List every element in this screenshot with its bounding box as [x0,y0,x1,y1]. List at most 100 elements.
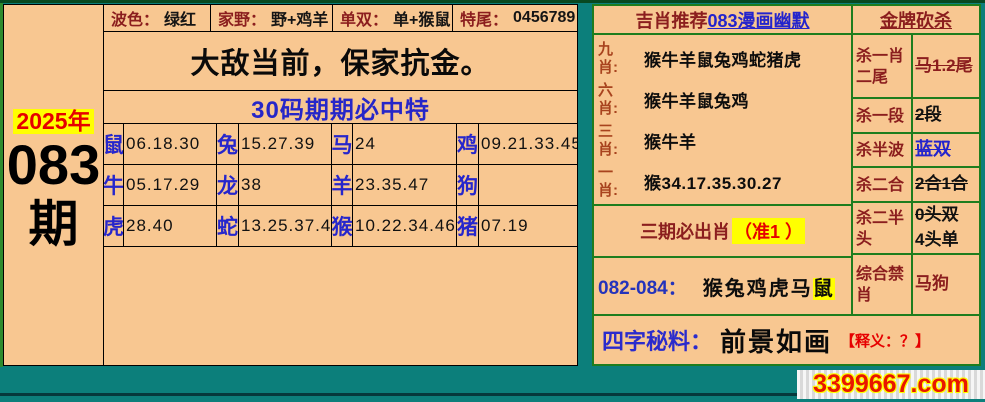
info-cell-special-tail: 特尾： 0456789 [453,5,577,31]
zodiac-numbers: 38 [239,165,332,206]
zodiac-numbers: 28.40 [124,206,217,247]
site-url[interactable]: 3399667.com [813,370,969,399]
zodiac-char: 马 [332,124,353,165]
kill-half-wave-label: 杀半波 [853,134,913,166]
three-xiao-value: 猴牛羊 [624,128,697,153]
odd-even-label: 单双： [340,6,388,30]
three-period-label: 三期必出肖 [640,218,730,244]
kill-half-wave-value: 蓝双 [915,139,951,161]
year-label: 2025年 [13,109,93,134]
kill-two-half-head-value-struck: 0头双 [915,205,958,225]
zodiac-numbers [479,165,577,206]
nine-xiao-label: 九肖: [598,41,624,76]
wave-color-label: 波色： [111,6,159,30]
xiao-rows-area: 九肖: 猴牛羊鼠兔鸡蛇猪虎 六肖: 猴牛羊鼠兔鸡 三肖: 猴牛羊 一肖: 猴34… [594,35,851,206]
zodiac-numbers: 06.18.30 [124,124,217,165]
nine-xiao-row: 九肖: 猴牛羊鼠兔鸡蛇猪虎 [598,38,851,79]
xiao-recommend-column: 九肖: 猴牛羊鼠兔鸡蛇猪虎 六肖: 猴牛羊鼠兔鸡 三肖: 猴牛羊 一肖: 猴34… [594,35,853,314]
kill-column: 杀一肖二尾 马1.2尾 杀一段 2段 杀半波 蓝双 杀二合 2合1合 杀二半头 [853,35,979,314]
issue-column: 2025年 083 期 [4,5,104,365]
nine-xiao-value: 猴牛羊鼠兔鸡蛇猪虎 [624,46,802,71]
zodiac-numbers: 10.22.34.46 [353,206,457,247]
kill-row-one-xiao-two-tail: 杀一肖二尾 马1.2尾 [853,35,979,99]
info-row: 波色： 绿红 家野： 野+鸡羊 单双： 单+猴鼠 特尾： 0456789 [104,5,577,32]
issue-number: 083 [7,136,100,195]
three-period-row: 三期必出肖 （准1 ） [594,206,851,258]
info-cell-wave-color: 波色： 绿红 [104,5,211,31]
kill-row-two-half-head: 杀二半头 0头双 4头单 [853,203,979,255]
kill-row-one-segment: 杀一段 2段 [853,99,979,134]
zodiac-numbers: 23.35.47 [353,165,457,206]
kill-one-xiao-two-tail-value: 马1.2尾 [915,56,973,76]
issue-range-value: 猴兔鸡虎马鼠 [703,272,835,301]
zodiac-numbers: 07.19 [479,206,577,247]
info-cell-odd-even: 单双： 单+猴鼠 [333,5,453,31]
comic-humor-link[interactable]: 083漫画幽默 [707,7,809,33]
subtitle-text: 30码期期必中特 [104,91,577,124]
zodiac-char: 狗 [457,165,479,206]
zodiac-char: 龙 [217,165,239,206]
one-xiao-label: 一肖: [598,164,624,199]
forbidden-xiao-label: 综合禁肖 [853,255,913,314]
zodiac-char: 鸡 [457,124,479,165]
special-tail-value: 0456789 [513,9,575,27]
recommend-panel: 吉肖推荐 083漫画幽默 金牌砍杀 九肖: 猴牛羊鼠兔鸡蛇猪虎 六肖: 猴牛羊鼠… [592,4,981,366]
kill-two-combine-value: 2合1合 [915,174,968,194]
issue-unit-label: 期 [29,197,79,252]
three-period-accuracy-badge: （准1 ） [732,218,805,244]
home-wild-label: 家野： [218,6,266,30]
zodiac-numbers: 13.25.37.49 [239,206,332,247]
info-cell-home-wild: 家野： 野+鸡羊 [211,5,333,31]
one-xiao-row: 一肖: 猴34.17.35.30.27 [598,161,851,202]
zodiac-char: 猪 [457,206,479,247]
zodiac-char: 兔 [217,124,239,165]
kill-one-xiao-two-tail-label: 杀一肖二尾 [853,35,913,97]
main-panel: 2025年 083 期 波色： 绿红 家野： 野+鸡羊 单双： 单+猴鼠 特 [3,4,578,366]
issue-range-row: 082-084： 猴兔鸡虎马鼠 [594,258,851,314]
zodiac-numbers: 15.27.39 [239,124,332,165]
kill-row-two-combine: 杀二合 2合1合 [853,168,979,203]
kill-two-half-head-label: 杀二半头 [853,203,913,253]
kill-one-segment-value: 2段 [915,105,941,125]
recommend-header-prefix: 吉肖推荐 [635,7,707,33]
one-xiao-value: 猴34.17.35.30.27 [624,169,782,194]
zodiac-char: 羊 [332,165,353,206]
zodiac-numbers: 09.21.33.45 [479,124,577,165]
secret-meaning-note: 【释义：？】 [840,330,930,351]
slogan-text: 大敌当前，保家抗金。 [104,32,577,91]
six-xiao-label: 六肖: [598,82,624,117]
site-watermark-box: 3399667.com [797,370,985,399]
zodiac-char: 牛 [104,165,124,206]
empty-notes-area [104,247,577,365]
wave-color-value: 绿红 [164,6,196,30]
kill-two-half-head-value-rest: 4头单 [915,230,958,250]
main-panel-body: 波色： 绿红 家野： 野+鸡羊 单双： 单+猴鼠 特尾： 0456789 大敌当… [104,5,577,365]
zodiac-char: 蛇 [217,206,239,247]
zodiac-numbers: 24 [353,124,457,165]
three-xiao-label: 三肖: [598,123,624,158]
zodiac-char: 鼠 [104,124,124,165]
issue-range-label: 082-084： [598,273,687,300]
secret-value: 前景如画 [720,322,832,359]
zodiac-char: 虎 [104,206,124,247]
issue-range-value-highlight: 鼠 [813,278,835,300]
forbidden-xiao-value: 马狗 [915,274,949,294]
recommend-header-cell: 吉肖推荐 083漫画幽默 [594,6,853,33]
zodiac-numbers: 05.17.29 [124,165,217,206]
zodiac-number-table: 鼠 06.18.30 兔 15.27.39 马 24 鸡 09.21.33.45… [104,124,577,247]
four-char-secret-row: 四字秘料： 前景如画 【释义：？】 [594,314,979,364]
secret-label: 四字秘料： [602,324,712,356]
home-wild-value: 野+鸡羊 [271,6,328,30]
kill-one-segment-label: 杀一段 [853,99,913,132]
kill-header-cell: 金牌砍杀 [853,6,979,33]
special-tail-label: 特尾： [460,6,508,30]
issue-range-value-main: 猴兔鸡虎马 [703,278,813,300]
kill-row-half-wave: 杀半波 蓝双 [853,134,979,168]
recommend-panel-body: 九肖: 猴牛羊鼠兔鸡蛇猪虎 六肖: 猴牛羊鼠兔鸡 三肖: 猴牛羊 一肖: 猴34… [594,35,979,314]
three-xiao-row: 三肖: 猴牛羊 [598,120,851,161]
kill-two-combine-label: 杀二合 [853,168,913,201]
six-xiao-value: 猴牛羊鼠兔鸡 [624,87,749,112]
recommend-panel-header: 吉肖推荐 083漫画幽默 金牌砍杀 [594,6,979,35]
odd-even-value: 单+猴鼠 [393,6,450,30]
lottery-tip-sheet: 2025年 083 期 波色： 绿红 家野： 野+鸡羊 单双： 单+猴鼠 特 [0,0,985,402]
